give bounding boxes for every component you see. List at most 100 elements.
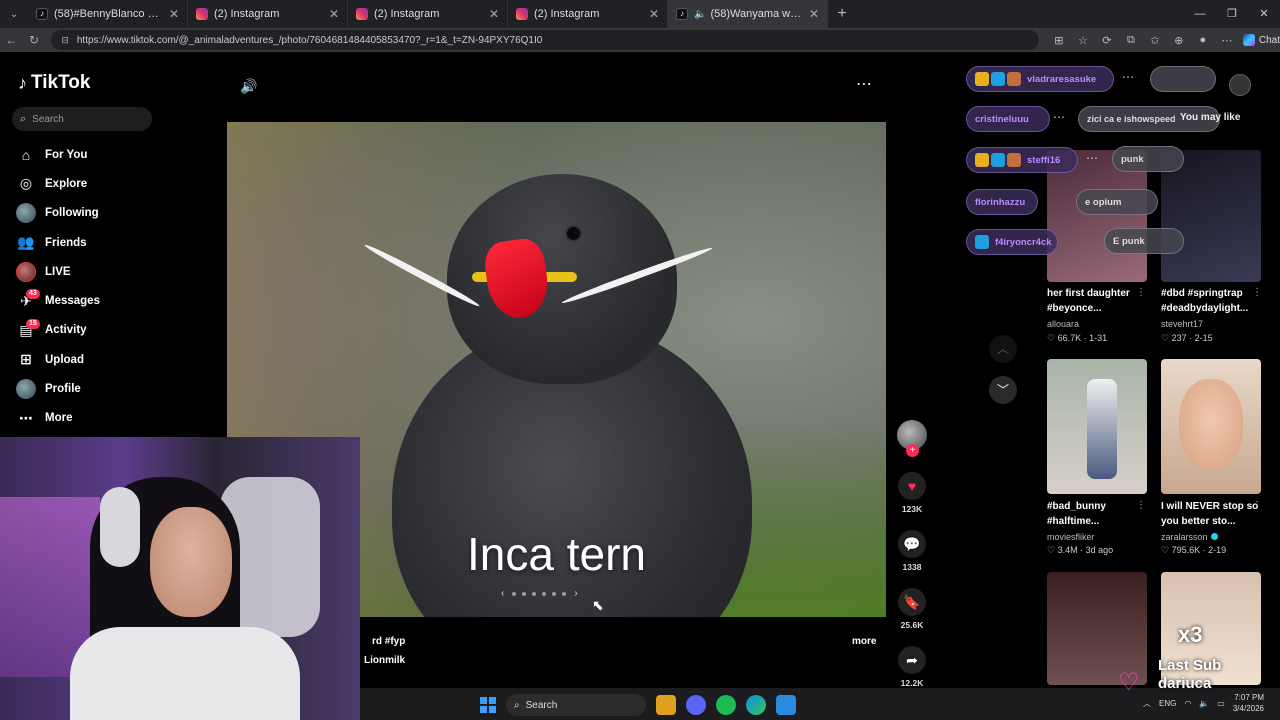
suggestion-title[interactable]: #dbd #springtrap #deadbydaylight...	[1161, 286, 1265, 316]
carousel-dot[interactable]	[562, 591, 567, 596]
close-window-icon[interactable]: ✕	[1248, 0, 1280, 28]
heart-icon[interactable]: ♥	[898, 472, 926, 500]
new-tab-button[interactable]: +	[828, 5, 856, 23]
suggestion-user[interactable]: zaralarsson	[1161, 532, 1218, 542]
carousel-dot[interactable]	[552, 591, 557, 596]
previous-photo-icon[interactable]: ‹	[501, 588, 504, 599]
app-window-icon[interactable]	[776, 695, 796, 715]
suggestion-title[interactable]: I will NEVER stop so you better sto...	[1161, 499, 1265, 529]
next-photo-icon[interactable]: ›	[574, 588, 577, 599]
suggestion-thumbnail[interactable]	[1161, 359, 1261, 494]
tab-list-chevron-icon[interactable]: ⌄	[0, 0, 28, 28]
wifi-icon[interactable]: ◠	[1184, 699, 1191, 708]
post-music[interactable]: Lionmilk	[364, 655, 405, 666]
suggestion-thumbnail[interactable]	[1047, 359, 1147, 494]
activity-count-badge: 15	[26, 318, 40, 329]
favorite-star-icon[interactable]: ☆	[1071, 34, 1095, 47]
speaker-tab-icon[interactable]: 🔈	[694, 9, 706, 20]
carousel-dot[interactable]	[532, 591, 537, 596]
site-info-icon[interactable]: ⊟	[61, 35, 69, 46]
webcam-streamer-face	[150, 507, 232, 617]
profile-avatar-icon	[16, 379, 36, 400]
back-icon[interactable]: ←	[0, 33, 23, 47]
multiplier-overlay: x3	[1178, 622, 1203, 647]
address-bar-row: ← ↻ ⊟ https://www.tiktok.com/@_animaladv…	[0, 28, 1280, 52]
suggestion-user[interactable]: moviesfliker	[1047, 532, 1095, 542]
restore-icon[interactable]: ❐	[1216, 0, 1248, 28]
refresh-extension-icon[interactable]: ⟳	[1095, 34, 1119, 47]
suggestion-user[interactable]: stevehrt17	[1161, 319, 1203, 329]
bookmark-icon[interactable]: 🔖	[898, 588, 926, 616]
browser-tab-active[interactable]: ♪ 🔈 (58)Wanyama wa Ajabu Amb ✕	[668, 0, 828, 28]
browser-tab[interactable]: (2) Instagram ✕	[508, 0, 668, 28]
sidebar-item-upload[interactable]: ⊞ Upload	[16, 345, 100, 374]
profile-avatar-icon[interactable]: ●	[1191, 34, 1215, 47]
sidebar-item-activity[interactable]: ▤ 15 Activity	[16, 316, 100, 345]
close-tab-icon[interactable]: ✕	[169, 7, 179, 21]
sidebar-item-live[interactable]: LIVE	[16, 257, 100, 286]
comment-action[interactable]: 💬 1338	[896, 530, 928, 572]
description-more-link[interactable]: more	[852, 636, 876, 647]
like-action[interactable]: ♥ 123K	[896, 472, 928, 514]
minimize-icon[interactable]: —	[1184, 0, 1216, 28]
search-input[interactable]: ⌕ Search	[12, 107, 152, 131]
edge-browser-icon[interactable]	[746, 695, 766, 715]
taskbar-search[interactable]: ⌕ Search	[506, 694, 646, 716]
tiktok-logo[interactable]: ♪ TikTok	[18, 72, 90, 94]
favorites-icon[interactable]: ✩	[1143, 34, 1167, 47]
chat-dots-icon: ⋯	[1053, 110, 1065, 124]
collections-icon[interactable]: ⊕	[1167, 34, 1191, 47]
speaker-icon[interactable]: 🔈	[1199, 699, 1209, 708]
reload-icon[interactable]: ↻	[23, 33, 46, 47]
suggestion-more-icon[interactable]: ⋮	[1252, 500, 1262, 511]
close-tab-icon[interactable]: ✕	[649, 7, 659, 21]
save-action[interactable]: 🔖 25.6K	[896, 588, 928, 630]
volume-icon[interactable]: 🔊	[240, 78, 257, 95]
close-tab-icon[interactable]: ✕	[489, 7, 499, 21]
badge-emote-icon	[991, 153, 1005, 167]
suggestion-user[interactable]: allouara	[1047, 319, 1079, 329]
sidebar-item-following[interactable]: Following	[16, 199, 100, 228]
tray-chevron-icon[interactable]: ︿	[1143, 698, 1151, 709]
previous-post-chevron-up-icon[interactable]: ︿	[989, 335, 1017, 363]
creator-avatar[interactable]: +	[897, 420, 927, 457]
taskbar-clock[interactable]: 7:07 PM 3/4/2026	[1233, 692, 1264, 714]
browser-tab[interactable]: (2) Instagram ✕	[348, 0, 508, 28]
browser-tab[interactable]: (2) Instagram ✕	[188, 0, 348, 28]
language-indicator[interactable]: ENG	[1159, 699, 1176, 708]
carousel-dot[interactable]	[512, 591, 517, 596]
windows-start-icon[interactable]	[480, 697, 496, 713]
sidebar-item-profile[interactable]: Profile	[16, 374, 100, 403]
file-explorer-icon[interactable]	[656, 695, 676, 715]
sidebar-item-explore[interactable]: ◎ Explore	[16, 169, 100, 198]
share-icon[interactable]: ➦	[898, 646, 926, 674]
sidebar-item-friends[interactable]: 👥 Friends	[16, 228, 100, 257]
follow-plus-icon[interactable]: +	[906, 444, 919, 457]
carousel-dot[interactable]	[542, 591, 547, 596]
more-options-icon[interactable]: ⋯	[856, 74, 873, 94]
close-tab-icon[interactable]: ✕	[809, 7, 819, 21]
share-action[interactable]: ➦ 12.2K	[896, 646, 928, 688]
app-available-icon[interactable]: ⊞	[1047, 34, 1071, 47]
extensions-icon[interactable]: ⧉	[1119, 34, 1143, 47]
spotify-icon[interactable]	[716, 695, 736, 715]
discord-icon[interactable]	[686, 695, 706, 715]
suggestion-more-icon[interactable]: ⋮	[1136, 500, 1146, 511]
url-field[interactable]: ⊟ https://www.tiktok.com/@_animaladventu…	[51, 30, 1039, 50]
suggestion-more-icon[interactable]: ⋮	[1252, 287, 1262, 298]
suggestion-more-icon[interactable]: ⋮	[1136, 287, 1146, 298]
next-post-chevron-down-icon[interactable]: ﹀	[989, 376, 1017, 404]
comment-icon[interactable]: 💬	[898, 530, 926, 558]
copilot-chat-button[interactable]: Chat	[1242, 34, 1280, 46]
battery-icon[interactable]: ▭	[1217, 699, 1225, 708]
sidebar-item-more[interactable]: ⋯ More	[16, 404, 100, 433]
sidebar-item-for-you[interactable]: ⌂ For You	[16, 140, 100, 169]
settings-more-icon[interactable]: ⋯	[1215, 34, 1239, 47]
sidebar-item-messages[interactable]: ✈ 43 Messages	[16, 286, 100, 315]
browser-tab[interactable]: ♪ (58)#BennyBlanco #SelenaGomez ✕	[28, 0, 188, 28]
tab-label: (2) Instagram	[214, 8, 280, 20]
close-tab-icon[interactable]: ✕	[329, 7, 339, 21]
suggestion-meta: ♡ 66.7K · 1-31	[1047, 333, 1108, 343]
carousel-dot[interactable]	[522, 591, 527, 596]
chat-message-pill: e opium	[1076, 189, 1158, 215]
